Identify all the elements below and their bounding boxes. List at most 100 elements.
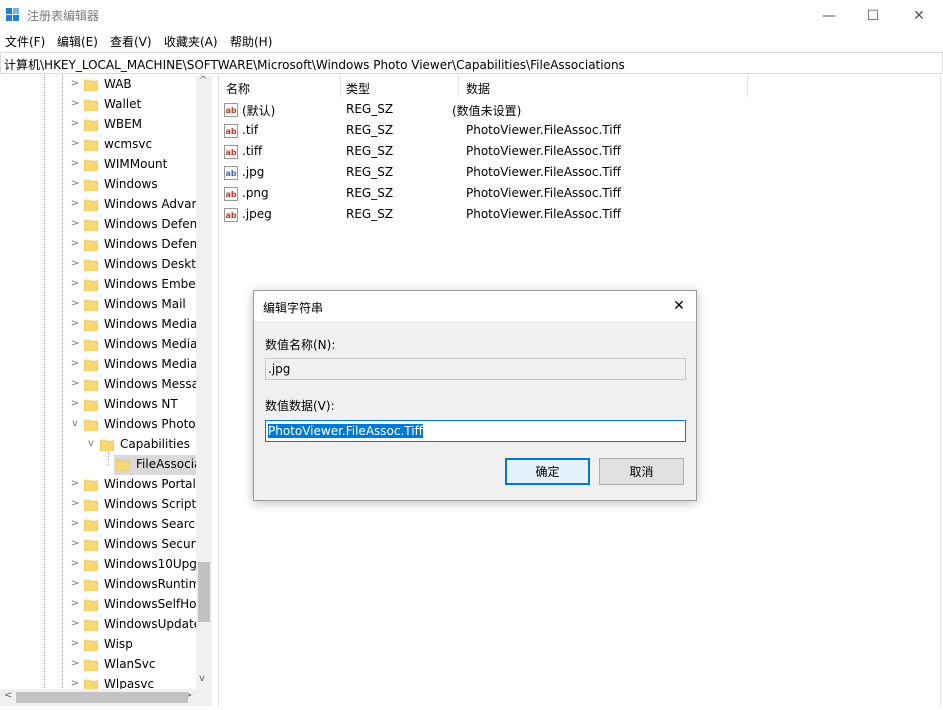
chevron-right-icon[interactable]: >	[70, 618, 80, 629]
chevron-right-icon[interactable]: >	[70, 498, 80, 509]
chevron-right-icon[interactable]: >	[70, 478, 80, 489]
chevron-right-icon[interactable]: >	[70, 518, 80, 529]
tree-item[interactable]: > Windows Portal	[0, 475, 200, 495]
tree-item[interactable]: > WindowsSelfHo	[0, 595, 200, 615]
chevron-right-icon[interactable]: >	[70, 638, 80, 649]
chevron-right-icon[interactable]: >	[70, 78, 80, 89]
tree-item[interactable]: v Windows Photo	[0, 415, 200, 435]
tree-item[interactable]: > WlanSvc	[0, 655, 200, 675]
chevron-right-icon[interactable]: >	[70, 598, 80, 609]
tree-item[interactable]: > Windows Deskt	[0, 255, 200, 275]
ok-button[interactable]: 确定	[505, 458, 590, 485]
chevron-right-icon[interactable]: >	[70, 198, 80, 209]
tree-vertical-scroll-thumb[interactable]	[198, 562, 210, 622]
chevron-down-icon[interactable]: v	[86, 438, 96, 449]
chevron-right-icon[interactable]: >	[70, 278, 80, 289]
registry-tree[interactable]: > WAB > Wallet > WBEM > wcmsvc > WIMMount > Windows…	[0, 75, 212, 706]
maximize-button[interactable]: ☐	[850, 0, 896, 31]
pane-splitter[interactable]	[212, 75, 219, 706]
tree-item[interactable]: > WindowsUpdate	[0, 615, 200, 635]
chevron-right-icon[interactable]: >	[70, 658, 80, 669]
dialog-close-button[interactable]: ✕	[666, 294, 692, 318]
column-header-name[interactable]: 名称	[226, 80, 250, 97]
column-divider[interactable]	[747, 75, 748, 97]
tree-item[interactable]: > Windows Searcl	[0, 515, 200, 535]
folder-icon	[84, 299, 98, 311]
chevron-right-icon[interactable]: >	[70, 378, 80, 389]
tree-item[interactable]: FileAssocia	[0, 455, 200, 475]
tree-item[interactable]: > Windows Defen	[0, 235, 200, 255]
tree-item[interactable]: > Windows Mail	[0, 295, 200, 315]
chevron-right-icon[interactable]: >	[70, 678, 80, 689]
tree-item[interactable]: > WAB	[0, 75, 200, 95]
chevron-right-icon[interactable]: >	[70, 578, 80, 589]
chevron-right-icon[interactable]: >	[70, 138, 80, 149]
tree-item[interactable]: > Windows Media	[0, 315, 200, 335]
chevron-right-icon[interactable]: >	[70, 298, 80, 309]
table-row[interactable]: ab .jpeg REG_SZ PhotoViewer.FileAssoc.Tiff	[219, 205, 939, 226]
folder-icon	[84, 399, 98, 411]
window-title: 注册表编辑器	[27, 9, 100, 23]
column-divider[interactable]	[458, 75, 459, 97]
menu-favorites[interactable]: 收藏夹(A)	[164, 33, 218, 50]
tree-item[interactable]: > wcmsvc	[0, 135, 200, 155]
tree-item[interactable]: > Windows Messa	[0, 375, 200, 395]
tree-item[interactable]: > Windows Media	[0, 355, 200, 375]
column-header-data[interactable]: 数据	[466, 80, 490, 97]
chevron-right-icon[interactable]: >	[70, 118, 80, 129]
tree-item[interactable]: > Windows10Upg	[0, 555, 200, 575]
tree-item[interactable]: > Windows NT	[0, 395, 200, 415]
menu-edit[interactable]: 编辑(E)	[57, 33, 98, 50]
menu-file[interactable]: 文件(F)	[5, 33, 45, 50]
tree-item[interactable]: > Windows	[0, 175, 200, 195]
title-bar	[0, 0, 943, 31]
scroll-up-icon[interactable]: ^	[199, 75, 207, 86]
tree-item[interactable]: > WindowsRuntim	[0, 575, 200, 595]
tree-horizontal-scroll-thumb[interactable]	[16, 692, 188, 703]
chevron-right-icon[interactable]: >	[70, 538, 80, 549]
chevron-right-icon[interactable]: >	[70, 238, 80, 249]
chevron-right-icon[interactable]: >	[70, 398, 80, 409]
column-header-type[interactable]: 类型	[346, 80, 370, 97]
table-row[interactable]: ab .tif REG_SZ PhotoViewer.FileAssoc.Tiff	[219, 121, 939, 142]
tree-item[interactable]: > Wallet	[0, 95, 200, 115]
chevron-right-icon[interactable]: >	[70, 318, 80, 329]
tree-item[interactable]: > Windows Media	[0, 335, 200, 355]
tree-item[interactable]: v Capabilities	[0, 435, 200, 455]
folder-open-icon	[100, 439, 114, 451]
tree-item[interactable]: > Windows Defen	[0, 215, 200, 235]
table-row[interactable]: ab .jpg REG_SZ PhotoViewer.FileAssoc.Tiff	[219, 163, 939, 184]
chevron-right-icon[interactable]: >	[70, 338, 80, 349]
value-name-text: .jpg	[268, 362, 291, 376]
dialog-title: 编辑字符串	[263, 301, 324, 315]
table-row[interactable]: ab (默认) REG_SZ (数值未设置)	[219, 100, 939, 121]
tree-item[interactable]: > Windows Securi	[0, 535, 200, 555]
chevron-right-icon[interactable]: >	[70, 258, 80, 269]
address-bar[interactable]: 计算机\HKEY_LOCAL_MACHINE\SOFTWARE\Microsof…	[0, 52, 943, 74]
table-row[interactable]: ab .tiff REG_SZ PhotoViewer.FileAssoc.Tiff	[219, 142, 939, 163]
chevron-right-icon[interactable]: >	[70, 358, 80, 369]
menu-view[interactable]: 查看(V)	[110, 33, 152, 50]
tree-item-label: Windows Media	[104, 337, 196, 351]
tree-item[interactable]: > WBEM	[0, 115, 200, 135]
chevron-right-icon[interactable]: >	[70, 158, 80, 169]
tree-item[interactable]: > Wisp	[0, 635, 200, 655]
tree-item[interactable]: > Windows Embe	[0, 275, 200, 295]
minimize-button[interactable]: —	[806, 0, 852, 31]
scroll-left-icon[interactable]: <	[4, 690, 12, 701]
chevron-down-icon[interactable]: v	[70, 418, 80, 429]
tree-item[interactable]: > Windows Script	[0, 495, 200, 515]
close-button[interactable]: ✕	[896, 0, 942, 31]
scroll-down-icon[interactable]: v	[199, 673, 205, 684]
chevron-right-icon[interactable]: >	[70, 558, 80, 569]
column-divider[interactable]	[340, 75, 341, 97]
menu-help[interactable]: 帮助(H)	[230, 33, 272, 50]
tree-item[interactable]: > Windows Advar	[0, 195, 200, 215]
table-row[interactable]: ab .png REG_SZ PhotoViewer.FileAssoc.Tiff	[219, 184, 939, 205]
value-data-input[interactable]: PhotoViewer.FileAssoc.Tiff	[265, 420, 686, 442]
cancel-button[interactable]: 取消	[599, 458, 684, 485]
chevron-right-icon[interactable]: >	[70, 98, 80, 109]
chevron-right-icon[interactable]: >	[70, 218, 80, 229]
chevron-right-icon[interactable]: >	[70, 178, 80, 189]
tree-item[interactable]: > WIMMount	[0, 155, 200, 175]
